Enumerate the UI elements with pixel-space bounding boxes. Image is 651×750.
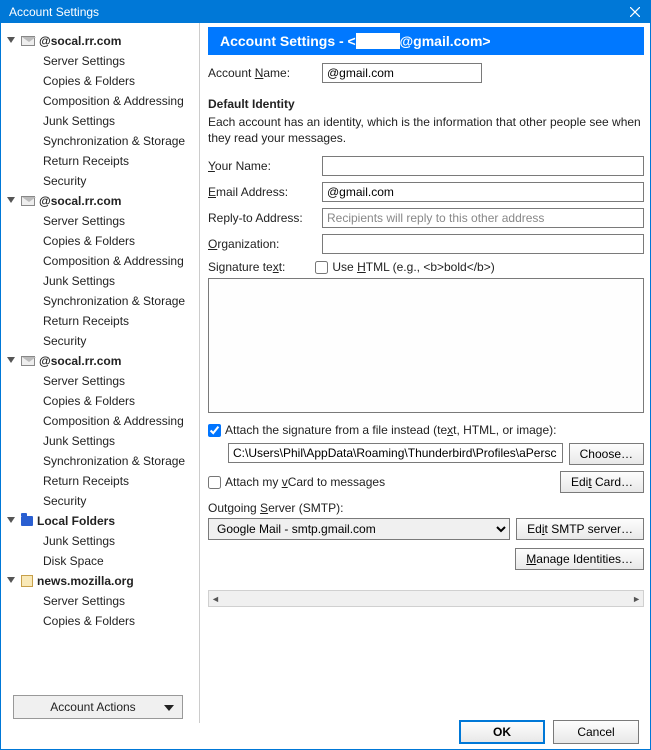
email-label: Email Address: bbox=[208, 185, 316, 199]
horizontal-scrollbar[interactable]: ◄ ► bbox=[208, 590, 644, 607]
account-label: @socal.rr.com bbox=[39, 194, 121, 208]
dialog-footer: OK Cancel bbox=[459, 720, 639, 744]
account-2[interactable]: @socal.rr.com bbox=[3, 351, 199, 371]
tree-child[interactable]: Copies & Folders bbox=[3, 231, 199, 251]
account-0[interactable]: @socal.rr.com bbox=[3, 31, 199, 51]
tree-child[interactable]: Composition & Addressing bbox=[3, 251, 199, 271]
account-name-label: Account Name: bbox=[208, 66, 316, 80]
sidebar: @socal.rr.comServer SettingsCopies & Fol… bbox=[1, 23, 200, 723]
org-label: Organization: bbox=[208, 237, 316, 251]
tree-child[interactable]: Return Receipts bbox=[3, 311, 199, 331]
scroll-right-icon[interactable]: ► bbox=[632, 594, 641, 604]
tree-child[interactable]: Security bbox=[3, 171, 199, 191]
chevron-down-icon bbox=[164, 700, 174, 714]
tree-child[interactable]: Server Settings bbox=[3, 591, 199, 611]
smtp-select[interactable]: Google Mail - smtp.gmail.com bbox=[208, 518, 510, 540]
sig-label: Signature text: bbox=[208, 260, 285, 274]
tree-child[interactable]: Junk Settings bbox=[3, 271, 199, 291]
account-1[interactable]: @socal.rr.com bbox=[3, 191, 199, 211]
window-titlebar: Account Settings bbox=[1, 1, 650, 23]
account-actions-button[interactable]: Account Actions bbox=[13, 695, 183, 719]
tree-child[interactable]: Copies & Folders bbox=[3, 391, 199, 411]
account-label: @socal.rr.com bbox=[39, 354, 121, 368]
mail-icon bbox=[21, 36, 35, 46]
tree-child[interactable]: Server Settings bbox=[3, 51, 199, 71]
window-title: Account Settings bbox=[9, 5, 99, 19]
ok-button[interactable]: OK bbox=[459, 720, 545, 744]
vcard-checkbox[interactable] bbox=[208, 476, 221, 489]
tree-child[interactable]: Synchronization & Storage bbox=[3, 131, 199, 151]
tree-child[interactable]: Security bbox=[3, 491, 199, 511]
account-4[interactable]: news.mozilla.org bbox=[3, 571, 199, 591]
tree-child[interactable]: Synchronization & Storage bbox=[3, 291, 199, 311]
attach-sig-label: Attach the signature from a file instead… bbox=[225, 423, 556, 437]
account-3[interactable]: Local Folders bbox=[3, 511, 199, 531]
expand-icon[interactable] bbox=[7, 37, 15, 47]
choose-button[interactable]: Choose… bbox=[569, 443, 644, 465]
default-identity-title: Default Identity bbox=[208, 97, 644, 111]
default-identity-desc: Each account has an identity, which is t… bbox=[208, 115, 644, 146]
cancel-button[interactable]: Cancel bbox=[553, 720, 639, 744]
account-header: Account Settings - <x@gmail.com> bbox=[208, 27, 644, 55]
tree-child[interactable]: Security bbox=[3, 331, 199, 351]
edit-smtp-button[interactable]: Edit SMTP server… bbox=[516, 518, 644, 540]
email-input[interactable] bbox=[322, 182, 644, 202]
vcard-label: Attach my vCard to messages bbox=[225, 475, 385, 489]
account-actions-label: Account Actions bbox=[22, 700, 164, 714]
use-html-checkbox[interactable] bbox=[315, 261, 328, 274]
tree-child[interactable]: Server Settings bbox=[3, 211, 199, 231]
news-icon bbox=[21, 575, 33, 587]
tree-child[interactable]: Server Settings bbox=[3, 371, 199, 391]
tree-child[interactable]: Composition & Addressing bbox=[3, 411, 199, 431]
expand-icon[interactable] bbox=[7, 517, 15, 527]
tree-child[interactable]: Junk Settings bbox=[3, 431, 199, 451]
sig-file-path-input[interactable] bbox=[228, 443, 563, 463]
close-icon[interactable] bbox=[628, 5, 642, 19]
tree-child[interactable]: Copies & Folders bbox=[3, 611, 199, 631]
content-pane: Account Settings - <x@gmail.com> Account… bbox=[200, 23, 650, 723]
mail-icon bbox=[21, 196, 35, 206]
account-label: @socal.rr.com bbox=[39, 34, 121, 48]
signature-textarea[interactable] bbox=[208, 278, 644, 413]
account-label: Local Folders bbox=[37, 514, 115, 528]
manage-identities-button[interactable]: Manage Identities… bbox=[515, 548, 644, 570]
tree-child[interactable]: Disk Space bbox=[3, 551, 199, 571]
tree-child[interactable]: Junk Settings bbox=[3, 531, 199, 551]
attach-sig-checkbox[interactable] bbox=[208, 424, 221, 437]
expand-icon[interactable] bbox=[7, 577, 15, 587]
expand-icon[interactable] bbox=[7, 197, 15, 207]
tree-child[interactable]: Synchronization & Storage bbox=[3, 451, 199, 471]
smtp-label: Outgoing Server (SMTP): bbox=[208, 501, 644, 515]
scroll-left-icon[interactable]: ◄ bbox=[211, 594, 220, 604]
account-name-input[interactable] bbox=[322, 63, 482, 83]
tree-child[interactable]: Copies & Folders bbox=[3, 71, 199, 91]
account-label: news.mozilla.org bbox=[37, 574, 134, 588]
expand-icon[interactable] bbox=[7, 357, 15, 367]
tree-child[interactable]: Junk Settings bbox=[3, 111, 199, 131]
tree-child[interactable]: Return Receipts bbox=[3, 151, 199, 171]
mail-icon bbox=[21, 356, 35, 366]
your-name-input[interactable] bbox=[322, 156, 644, 176]
replyto-label: Reply-to Address: bbox=[208, 211, 316, 225]
tree-child[interactable]: Composition & Addressing bbox=[3, 91, 199, 111]
account-tree[interactable]: @socal.rr.comServer SettingsCopies & Fol… bbox=[1, 29, 199, 691]
replyto-input[interactable] bbox=[322, 208, 644, 228]
folder-icon bbox=[21, 516, 33, 526]
use-html-label: Use HTML (e.g., <b>bold</b>) bbox=[332, 260, 494, 274]
edit-card-button[interactable]: Edit Card… bbox=[560, 471, 644, 493]
tree-child[interactable]: Return Receipts bbox=[3, 471, 199, 491]
your-name-label: Your Name: bbox=[208, 159, 316, 173]
org-input[interactable] bbox=[322, 234, 644, 254]
